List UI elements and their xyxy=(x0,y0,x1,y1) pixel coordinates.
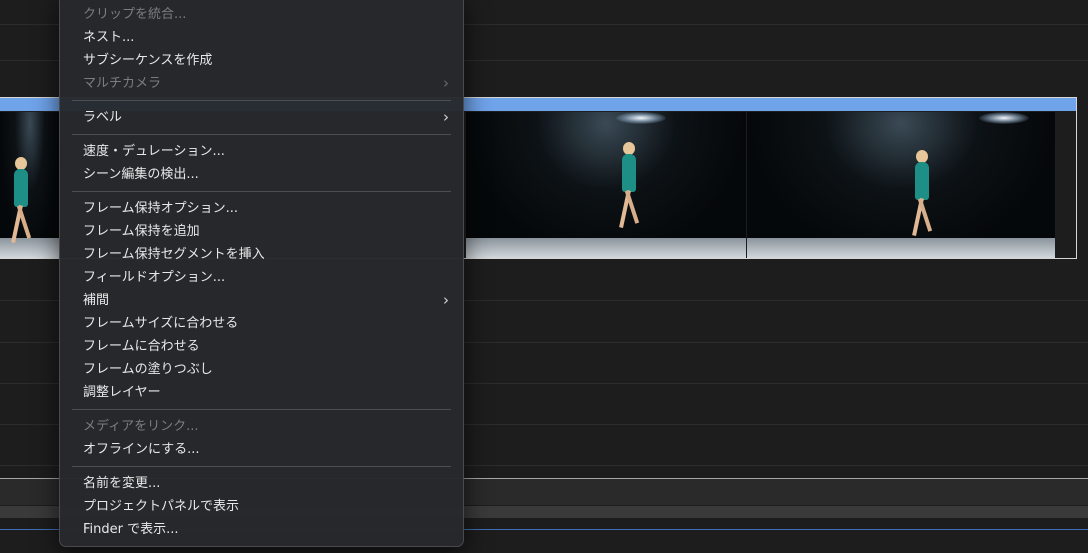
menu-item[interactable]: フレームに合わせる xyxy=(60,335,463,358)
menu-item[interactable]: プロジェクトパネルで表示 xyxy=(60,495,463,518)
menu-item-label: フレームに合わせる xyxy=(83,339,200,354)
menu-item-label: 速度・デュレーション... xyxy=(83,144,225,159)
menu-item[interactable]: 名前を変更... xyxy=(60,472,463,495)
menu-item-label: Finder で表示... xyxy=(83,522,179,537)
menu-separator xyxy=(60,186,463,197)
menu-item[interactable]: シーン編集の検出... xyxy=(60,163,463,186)
menu-item-label: ネスト... xyxy=(83,30,135,45)
context-menu-list: クリップを統合... ネスト... サブシーケンスを作成 マルチカメラ › ラベル › 速度・… xyxy=(60,3,463,541)
menu-item-label: フレーム保持オプション... xyxy=(83,201,239,216)
menu-item-label: フレーム保持を追加 xyxy=(83,224,200,239)
chevron-right-icon: › xyxy=(443,291,449,309)
menu-separator xyxy=(60,129,463,140)
menu-separator xyxy=(60,95,463,106)
menu-separator xyxy=(60,404,463,415)
menu-item-label: フレームの塗りつぶし xyxy=(83,362,213,377)
menu-item[interactable]: ネスト... xyxy=(60,26,463,49)
menu-item[interactable]: ラベル › xyxy=(60,106,463,129)
menu-item[interactable]: フレーム保持セグメントを挿入 xyxy=(60,243,463,266)
menu-item: メディアをリンク... xyxy=(60,415,463,438)
menu-item-label: 調整レイヤー xyxy=(83,385,161,400)
menu-item-label: プロジェクトパネルで表示 xyxy=(83,499,240,514)
menu-item-label: メディアをリンク... xyxy=(83,419,199,434)
chevron-right-icon: › xyxy=(443,108,449,126)
menu-item[interactable]: フレーム保持オプション... xyxy=(60,197,463,220)
menu-item[interactable]: オフラインにする... xyxy=(60,438,463,461)
menu-item[interactable]: サブシーケンスを作成 xyxy=(60,49,463,72)
menu-item[interactable]: フレームの塗りつぶし xyxy=(60,358,463,381)
chevron-right-icon: › xyxy=(443,74,449,92)
menu-item[interactable]: フレーム保持を追加 xyxy=(60,220,463,243)
menu-item: マルチカメラ › xyxy=(60,72,463,95)
menu-separator xyxy=(60,461,463,472)
context-menu: クリップを統合... ネスト... サブシーケンスを作成 マルチカメラ › ラベル › 速度・… xyxy=(59,0,464,547)
menu-item-label: シーン編集の検出... xyxy=(83,167,199,182)
menu-item-label: オフラインにする... xyxy=(83,442,200,457)
menu-item-label: フレーム保持セグメントを挿入 xyxy=(83,247,265,262)
menu-item[interactable]: フィールドオプション... xyxy=(60,266,463,289)
menu-item-label: サブシーケンスを作成 xyxy=(83,53,213,68)
menu-item[interactable]: 調整レイヤー xyxy=(60,381,463,404)
menu-item[interactable]: 補間 › xyxy=(60,289,463,312)
menu-item-label: フレームサイズに合わせる xyxy=(83,316,239,331)
menu-item[interactable]: Finder で表示... xyxy=(60,518,463,541)
menu-item-label: 補間 xyxy=(83,293,110,308)
menu-item-label: クリップを統合... xyxy=(83,7,187,22)
menu-item-label: マルチカメラ xyxy=(83,76,162,91)
menu-item-label: ラベル xyxy=(83,110,123,125)
menu-item: クリップを統合... xyxy=(60,3,463,26)
menu-item-label: 名前を変更... xyxy=(83,476,161,491)
menu-item[interactable]: 速度・デュレーション... xyxy=(60,140,463,163)
menu-item[interactable]: フレームサイズに合わせる xyxy=(60,312,463,335)
menu-item-label: フィールドオプション... xyxy=(83,270,226,285)
